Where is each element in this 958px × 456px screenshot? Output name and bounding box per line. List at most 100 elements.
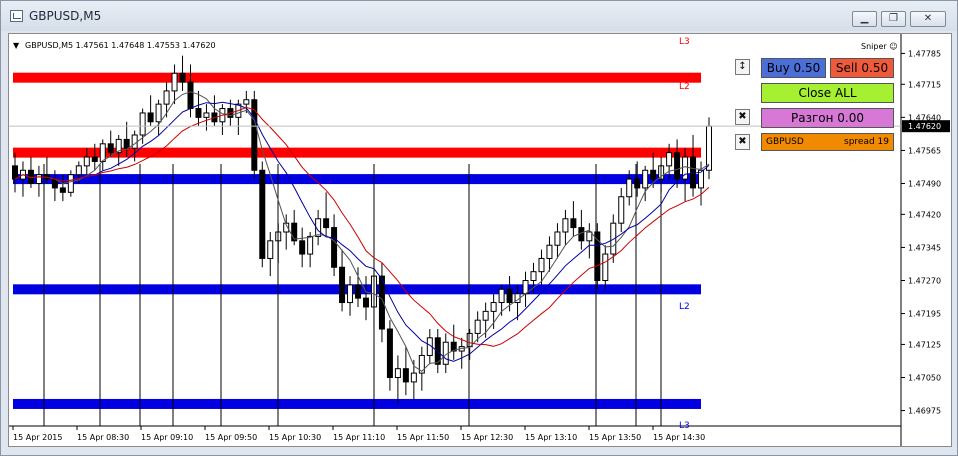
bear-candle bbox=[339, 266, 346, 304]
sniper-label: Sniper ☺ bbox=[861, 42, 898, 51]
bull-candle bbox=[546, 244, 553, 259]
bull-candle bbox=[155, 103, 162, 123]
bull-candle bbox=[530, 271, 537, 282]
bear-candle bbox=[179, 72, 186, 83]
bull-candle bbox=[131, 134, 138, 149]
bear-candle bbox=[187, 81, 194, 110]
level-label-l3-bottom: L3 bbox=[679, 421, 690, 431]
bear-candle bbox=[12, 165, 18, 180]
bear-candle bbox=[147, 112, 154, 123]
bull-candle bbox=[203, 112, 210, 118]
bull-candle bbox=[139, 112, 146, 136]
bull-candle bbox=[602, 253, 609, 282]
bear-candle bbox=[355, 284, 362, 299]
bear-candle bbox=[634, 178, 641, 189]
sell-button-label: Sell 0.50 bbox=[835, 61, 889, 75]
bull-candle bbox=[666, 152, 673, 167]
price-tick-label: 1.47715 bbox=[908, 80, 941, 89]
razgon-close-button[interactable]: ✖ bbox=[735, 109, 750, 125]
minimize-icon: ▁ bbox=[860, 13, 869, 24]
price-tick-label: 1.47490 bbox=[908, 180, 941, 189]
level-blue-bar bbox=[13, 174, 701, 185]
bull-candle bbox=[267, 240, 274, 259]
time-tick-label: 15 Apr 11:10 bbox=[333, 433, 385, 442]
price-tick-label: 1.47125 bbox=[908, 340, 941, 349]
bear-candle bbox=[59, 187, 66, 193]
time-tick-label: 15 Apr 13:50 bbox=[589, 433, 641, 442]
razgon-label: Разгон 0.00 bbox=[791, 111, 864, 125]
time-tick-label: 15 Apr 2015 bbox=[13, 433, 62, 442]
close-button[interactable]: ✕ bbox=[910, 11, 946, 27]
bull-candle bbox=[642, 169, 649, 189]
bull-candle bbox=[83, 156, 90, 167]
close-icon: ✕ bbox=[923, 13, 933, 24]
bull-candle bbox=[347, 284, 354, 304]
price-tick-label: 1.47565 bbox=[908, 146, 941, 155]
bull-candle bbox=[482, 310, 489, 321]
close-all-label: Close ALL bbox=[798, 86, 857, 100]
buy-button[interactable]: Buy 0.50 bbox=[761, 58, 826, 78]
bull-candle bbox=[99, 143, 106, 162]
time-tick-label: 15 Apr 09:50 bbox=[205, 433, 257, 442]
restore-button[interactable]: ❐ bbox=[881, 11, 906, 27]
price-tick-label: 1.47420 bbox=[908, 210, 941, 219]
price-tick-label: 1.47785 bbox=[908, 49, 941, 58]
level-label-l2-top: L2 bbox=[679, 82, 690, 92]
close-all-button[interactable]: Close ALL bbox=[761, 83, 894, 103]
window-titlebar[interactable]: GBPUSD,M5 ▁ ❐ ✕ bbox=[1, 1, 957, 31]
bear-candle bbox=[331, 227, 338, 268]
level-label-l2-bottom: L2 bbox=[679, 302, 690, 312]
bull-candle bbox=[586, 231, 593, 242]
sell-button[interactable]: Sell 0.50 bbox=[830, 58, 894, 78]
bull-candle bbox=[171, 72, 178, 92]
bull-candle bbox=[163, 90, 170, 105]
bull-candle bbox=[307, 235, 314, 255]
level-label-l3-top: L3 bbox=[679, 37, 690, 47]
bull-candle bbox=[618, 196, 625, 224]
window-title: GBPUSD,M5 bbox=[29, 9, 102, 23]
restore-icon: ❐ bbox=[889, 13, 898, 24]
bull-candle bbox=[410, 372, 417, 383]
bull-candle bbox=[243, 99, 250, 105]
level-red-bar bbox=[13, 72, 701, 83]
toggle-panel-button[interactable]: ↕ bbox=[735, 59, 750, 75]
price-chart[interactable]: 1.47785 1.47715 1.47640 1.47565 1.47490 1.474… bbox=[8, 33, 952, 447]
symbol-close-button[interactable]: ✖ bbox=[735, 134, 750, 150]
bull-candle bbox=[474, 319, 481, 334]
level-blue-bar bbox=[13, 398, 701, 409]
bear-candle bbox=[323, 218, 330, 229]
chart-menu-arrow-icon: ▼ bbox=[13, 41, 20, 50]
close-x-icon: ✖ bbox=[738, 136, 747, 147]
bull-candle bbox=[538, 257, 545, 273]
time-tick-label: 15 Apr 10:30 bbox=[269, 433, 321, 442]
bear-candle bbox=[386, 328, 393, 378]
price-tick-label: 1.47270 bbox=[908, 277, 941, 286]
bull-candle bbox=[498, 288, 505, 304]
current-price-label: 1.47620 bbox=[908, 122, 941, 131]
bull-candle bbox=[706, 125, 712, 171]
bear-candle bbox=[402, 368, 409, 383]
bull-candle bbox=[466, 332, 473, 348]
bull-candle bbox=[562, 218, 569, 233]
bull-candle bbox=[35, 174, 42, 185]
bull-candle bbox=[554, 231, 561, 246]
symbol-spread-bar: GBPUSD spread 19 bbox=[761, 133, 894, 151]
price-tick-label: 1.47345 bbox=[908, 243, 941, 252]
chart-window-icon bbox=[10, 10, 23, 22]
time-tick-label: 15 Apr 14:30 bbox=[653, 433, 705, 442]
buy-button-label: Buy 0.50 bbox=[766, 61, 821, 75]
price-tick-label: 1.47195 bbox=[908, 310, 941, 319]
time-tick-label: 15 Apr 09:10 bbox=[141, 433, 193, 442]
time-tick-label: 15 Apr 13:10 bbox=[525, 433, 577, 442]
bear-candle bbox=[107, 143, 114, 154]
minimize-button[interactable]: ▁ bbox=[852, 11, 877, 27]
close-x-icon: ✖ bbox=[738, 111, 747, 122]
symbol-info-label: GBPUSD,M5 1.47561 1.47648 1.47553 1.4762… bbox=[25, 41, 216, 50]
bull-candle bbox=[394, 368, 401, 379]
razgon-button[interactable]: Разгон 0.00 bbox=[761, 108, 894, 128]
spread-value: spread 19 bbox=[844, 137, 889, 147]
time-tick-label: 15 Apr 12:30 bbox=[461, 433, 513, 442]
bear-candle bbox=[195, 108, 202, 118]
bull-candle bbox=[626, 178, 633, 198]
ma-fast-line bbox=[14, 91, 710, 372]
